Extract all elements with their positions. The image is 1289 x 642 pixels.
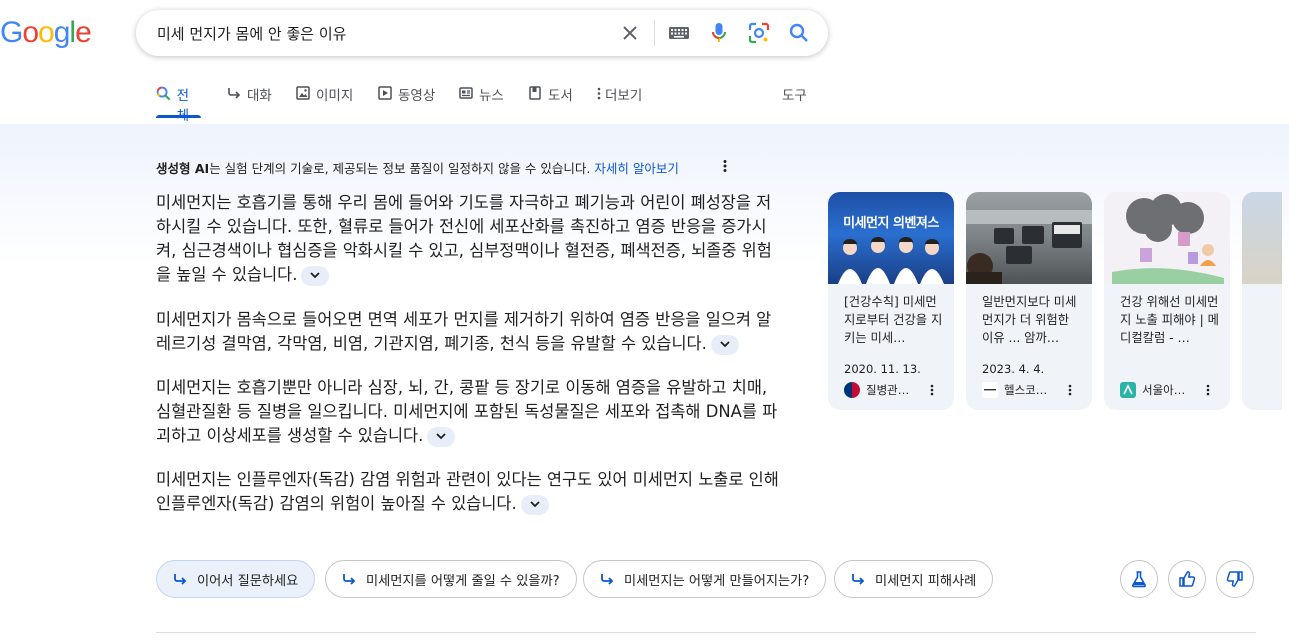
tab-label: 도서	[548, 88, 573, 104]
tab-images[interactable]: 이미지	[295, 84, 353, 118]
expand-chevron-icon[interactable]	[301, 265, 330, 286]
source-favicon-icon	[982, 382, 998, 398]
search-divider	[654, 20, 655, 46]
tab-label: 대화	[247, 88, 272, 104]
ai-disclaimer-bold: 생성형 AI	[156, 161, 210, 176]
card-thumbnail	[1104, 192, 1230, 284]
tab-chat[interactable]: 대화	[226, 84, 272, 118]
source-card-peek[interactable]	[1242, 192, 1282, 410]
reply-arrow-icon	[171, 570, 189, 588]
image-icon	[295, 85, 311, 101]
keyboard-icon[interactable]	[667, 21, 691, 45]
ai-paragraph: 미세먼지는 호흡기를 통해 우리 몸에 들어와 기도를 자극하고 폐기능과 어린…	[156, 191, 786, 287]
logo-letter: o	[38, 16, 55, 49]
search-tabs: 전체 대화 이미지 동영상 뉴스 도서 더보기	[156, 80, 816, 124]
tab-books[interactable]: 도서	[527, 84, 573, 118]
ai-paragraph-text: 미세먼지는 호흡기뿐만 아니라 심장, 뇌, 간, 콩팥 등 장기로 이동해 염…	[156, 378, 778, 445]
card-date: 2023. 4. 4.	[982, 362, 1045, 376]
learn-more-link[interactable]: 자세히 알아보기	[594, 161, 678, 176]
source-card[interactable]: 건강 위해선 미세먼지 노출 피해야 | 메디컬칼럼 - … 서울아…	[1104, 192, 1230, 410]
card-source-name: 서울아…	[1142, 383, 1186, 397]
card-date: 2020. 11. 13.	[844, 362, 921, 376]
follow-up-chip[interactable]: 미세먼지 피해사례	[834, 560, 994, 598]
ai-disclaimer: 생성형 AI는 실험 단계의 기술로, 제공되는 정보 품질이 일정하지 않을 …	[156, 158, 679, 177]
card-more-icon[interactable]	[1062, 382, 1078, 398]
source-favicon-icon	[844, 382, 860, 398]
search-icon[interactable]	[787, 21, 811, 45]
expand-chevron-icon[interactable]	[710, 334, 739, 355]
expand-chevron-icon[interactable]	[520, 494, 549, 515]
follow-up-chip[interactable]: 미세먼지를 어떻게 줄일 수 있을까?	[325, 560, 577, 598]
chip-label: 미세먼지는 어떻게 만들어지는가?	[624, 573, 810, 589]
card-thumbnail: 미세먼지 의벤져스	[828, 192, 954, 284]
card-more-icon[interactable]	[924, 382, 940, 398]
card-title: [건강수칙] 미세먼지로부터 건강을 지키는 미세…	[844, 295, 943, 345]
card-title: 건강 위해선 미세먼지 노출 피해야 | 메디컬칼럼 - …	[1120, 295, 1219, 345]
card-source: 서울아…	[1120, 382, 1185, 398]
search-input[interactable]: 미세 먼지가 몸에 안 좋은 이유	[157, 23, 346, 44]
more-vert-icon	[596, 85, 602, 101]
tab-label: 뉴스	[479, 88, 504, 104]
logo-letter: e	[75, 16, 92, 49]
lens-icon[interactable]	[747, 21, 771, 45]
tools-button[interactable]: 도구	[782, 84, 807, 104]
card-source-name: 헬스코…	[1004, 383, 1048, 397]
google-logo[interactable]: Google	[0, 16, 92, 50]
chip-label: 미세먼지 피해사례	[875, 573, 977, 589]
logo-letter: G	[0, 16, 23, 49]
section-divider	[156, 632, 1256, 633]
more-options-icon[interactable]	[716, 157, 734, 175]
reply-arrow-icon	[598, 570, 616, 588]
logo-letter: g	[53, 16, 71, 49]
video-icon	[377, 85, 393, 101]
tab-videos[interactable]: 동영상	[377, 84, 435, 118]
ai-paragraph: 미세먼지는 호흡기뿐만 아니라 심장, 뇌, 간, 콩팥 등 장기로 이동해 염…	[156, 376, 786, 448]
tab-all[interactable]: 전체	[156, 84, 201, 124]
labs-flask-button[interactable]	[1120, 560, 1158, 598]
card-source-name: 질병관…	[866, 383, 910, 397]
ai-paragraph-text: 미세먼지는 인플루엔자(독감) 감염 위험과 관련이 있다는 연구도 있어 미세…	[156, 470, 779, 513]
clear-icon[interactable]	[618, 21, 642, 45]
card-title: 일반먼지보다 미세먼지가 더 위험한 이유 ... 암까…	[982, 295, 1077, 345]
search-icon	[156, 85, 172, 101]
thumbs-down-button[interactable]	[1216, 560, 1254, 598]
expand-chevron-icon[interactable]	[427, 426, 456, 447]
book-icon	[527, 85, 543, 101]
chip-label: 이어서 질문하세요	[197, 573, 299, 589]
card-thumbnail	[966, 192, 1092, 284]
thumbs-down-icon	[1226, 570, 1244, 588]
ai-paragraph: 미세먼지가 몸속으로 들어오면 면역 세포가 먼지를 제거하기 위하여 염증 반…	[156, 308, 786, 356]
thumbs-up-icon	[1178, 570, 1196, 588]
reply-arrow-icon	[340, 570, 358, 588]
news-icon	[458, 85, 474, 101]
chip-label: 미세먼지를 어떻게 줄일 수 있을까?	[366, 573, 560, 589]
ai-paragraph-text: 미세먼지가 몸속으로 들어오면 면역 세포가 먼지를 제거하기 위하여 염증 반…	[156, 310, 772, 353]
source-card[interactable]: 미세먼지 의벤져스 [건강수칙] 미세먼지로부터 건강을 지키는 미세… 202…	[828, 192, 954, 410]
tab-label: 이미지	[316, 88, 354, 104]
reply-arrow-icon	[849, 570, 867, 588]
search-box[interactable]: 미세 먼지가 몸에 안 좋은 이유	[136, 10, 828, 56]
ai-disclaimer-text: 는 실험 단계의 기술로, 제공되는 정보 품질이 일정하지 않을 수 있습니다…	[209, 161, 591, 176]
reply-arrow-icon	[226, 85, 242, 101]
follow-up-chip[interactable]: 미세먼지는 어떻게 만들어지는가?	[583, 560, 827, 598]
source-favicon-icon	[1120, 382, 1136, 398]
tab-news[interactable]: 뉴스	[458, 84, 504, 118]
follow-up-chip-ask[interactable]: 이어서 질문하세요	[156, 560, 316, 598]
ai-paragraph-text: 미세먼지는 호흡기를 통해 우리 몸에 들어와 기도를 자극하고 폐기능과 어린…	[156, 193, 772, 284]
tab-label: 더보기	[605, 88, 643, 104]
tab-label: 전체	[176, 88, 190, 124]
card-thumbnail	[1242, 192, 1282, 284]
microphone-icon[interactable]	[707, 21, 731, 45]
thumbs-up-button[interactable]	[1168, 560, 1206, 598]
tab-more[interactable]: 더보기	[596, 84, 642, 118]
logo-letter: o	[22, 16, 39, 49]
flask-icon	[1130, 570, 1148, 588]
card-source: 질병관…	[844, 382, 909, 398]
source-card[interactable]: 일반먼지보다 미세먼지가 더 위험한 이유 ... 암까… 2023. 4. 4…	[966, 192, 1092, 410]
tab-label: 동영상	[398, 88, 436, 104]
ai-paragraph: 미세먼지는 인플루엔자(독감) 감염 위험과 관련이 있다는 연구도 있어 미세…	[156, 468, 786, 516]
card-more-icon[interactable]	[1200, 382, 1216, 398]
card-source: 헬스코…	[982, 382, 1047, 398]
